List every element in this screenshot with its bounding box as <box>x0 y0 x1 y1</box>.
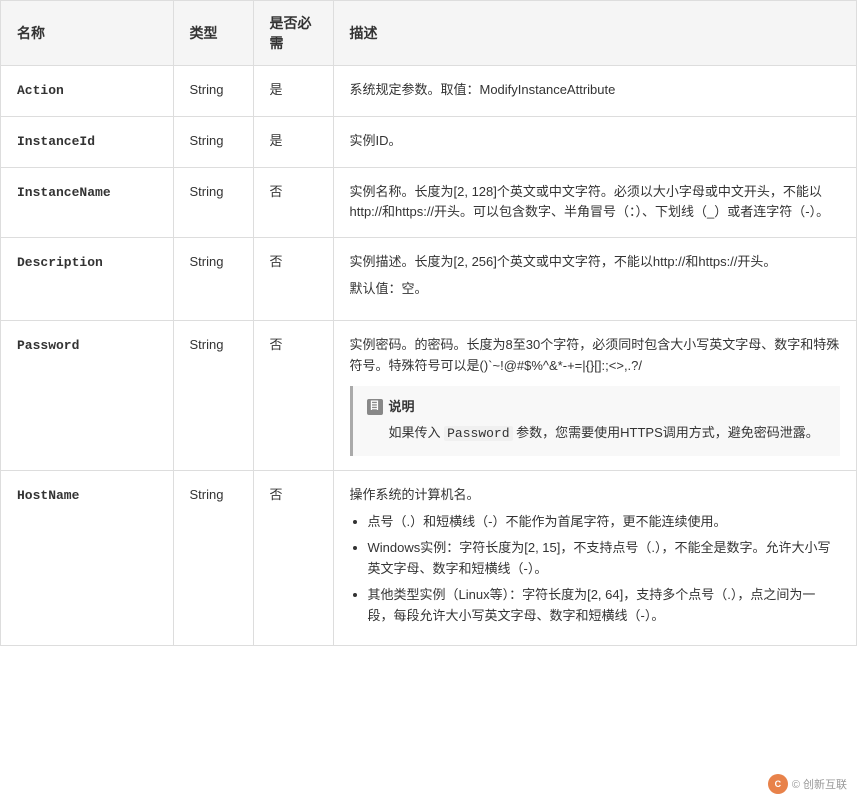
table-row: HostName String否操作系统的计算机名。点号（.）和短横线（-）不能作… <box>1 470 856 644</box>
description-text: 系统规定参数。取值：ModifyInstanceAttribute <box>350 80 841 101</box>
param-required-cell: 否 <box>253 238 333 321</box>
param-type-cell: String <box>173 470 253 644</box>
watermark-text: © 创新互联 <box>792 776 847 792</box>
param-description-cell: 实例密码。的密码。长度为8至30个字符，必须同时包含大小写英文字母、数字和特殊符… <box>333 320 856 470</box>
header-name: 名称 <box>1 1 173 66</box>
header-required: 是否必需 <box>253 1 333 66</box>
table-row: Description String否实例描述。长度为[2, 256]个英文或中文… <box>1 238 856 321</box>
param-name-cell: Password <box>1 320 173 470</box>
param-required-cell: 否 <box>253 470 333 644</box>
param-description-cell: 系统规定参数。取值：ModifyInstanceAttribute <box>333 66 856 117</box>
description-text: 实例ID。 <box>350 131 841 152</box>
param-name-cell: InstanceId <box>1 116 173 167</box>
param-name: InstanceId <box>17 134 95 149</box>
inline-code: Password <box>444 426 512 441</box>
param-required-cell: 否 <box>253 320 333 470</box>
table-row: Password String否实例密码。的密码。长度为8至30个字符，必须同时包… <box>1 320 856 470</box>
api-params-table: 名称 类型 是否必需 描述 ActionString是系统规定参数。取值：Mod… <box>0 0 857 646</box>
description-line: 默认值：空。 <box>350 279 841 300</box>
table-header-row: 名称 类型 是否必需 描述 <box>1 1 856 66</box>
param-required-cell: 是 <box>253 116 333 167</box>
table-row: InstanceName String否实例名称。长度为[2, 128]个英文或中… <box>1 167 856 238</box>
param-required-cell: 是 <box>253 66 333 117</box>
table-row: InstanceId String是实例ID。 <box>1 116 856 167</box>
param-type-cell: String <box>173 167 253 238</box>
param-name-cell: HostName <box>1 470 173 644</box>
description-line: 实例描述。长度为[2, 256]个英文或中文字符，不能以http://和http… <box>350 252 841 273</box>
note-icon: 目 <box>367 399 383 415</box>
header-description: 描述 <box>333 1 856 66</box>
param-type-cell: String <box>173 66 253 117</box>
param-name: InstanceName <box>17 185 111 200</box>
description-intro: 操作系统的计算机名。 <box>350 485 841 506</box>
note-title-text: 说明 <box>389 396 415 418</box>
param-name: Description <box>17 255 103 270</box>
param-name-cell: InstanceName <box>1 167 173 238</box>
bullet-item: Windows实例：字符长度为[2, 15]，不支持点号（.），不能全是数字。允… <box>368 537 841 580</box>
param-description-cell: 实例描述。长度为[2, 256]个英文或中文字符，不能以http://和http… <box>333 238 856 321</box>
param-name: HostName <box>17 488 79 503</box>
watermark-icon: C <box>768 774 788 794</box>
param-description-cell: 实例名称。长度为[2, 128]个英文或中文字符。必须以大小字母或中文开头，不能… <box>333 167 856 238</box>
description-text: 实例名称。长度为[2, 128]个英文或中文字符。必须以大小字母或中文开头，不能… <box>350 182 841 224</box>
note-box: 目说明如果传入 Password 参数，您需要使用HTTPS调用方式，避免密码泄… <box>350 386 841 455</box>
param-name-cell: Action <box>1 66 173 117</box>
param-type-cell: String <box>173 238 253 321</box>
description-main: 实例密码。的密码。长度为8至30个字符，必须同时包含大小写英文字母、数字和特殊符… <box>350 335 841 377</box>
param-type-cell: String <box>173 116 253 167</box>
bullet-item: 点号（.）和短横线（-）不能作为首尾字符，更不能连续使用。 <box>368 511 841 532</box>
note-title: 目说明 <box>367 396 827 418</box>
param-name-cell: Description <box>1 238 173 321</box>
param-name: Action <box>17 83 64 98</box>
watermark: C © 创新互联 <box>768 774 847 794</box>
param-type-cell: String <box>173 320 253 470</box>
param-description-cell: 操作系统的计算机名。点号（.）和短横线（-）不能作为首尾字符，更不能连续使用。 W… <box>333 470 856 644</box>
table-row: Action String是系统规定参数。取值：ModifyInstanceAtt… <box>1 66 856 117</box>
param-name: Password <box>17 338 79 353</box>
note-content: 如果传入 Password 参数，您需要使用HTTPS调用方式，避免密码泄露。 <box>367 422 827 445</box>
bullet-item: 其他类型实例（Linux等）：字符长度为[2, 64]，支持多个点号（.），点之… <box>368 584 841 627</box>
param-required-cell: 否 <box>253 167 333 238</box>
bullet-list: 点号（.）和短横线（-）不能作为首尾字符，更不能连续使用。 Windows实例：字… <box>350 511 841 626</box>
param-description-cell: 实例ID。 <box>333 116 856 167</box>
header-type: 类型 <box>173 1 253 66</box>
